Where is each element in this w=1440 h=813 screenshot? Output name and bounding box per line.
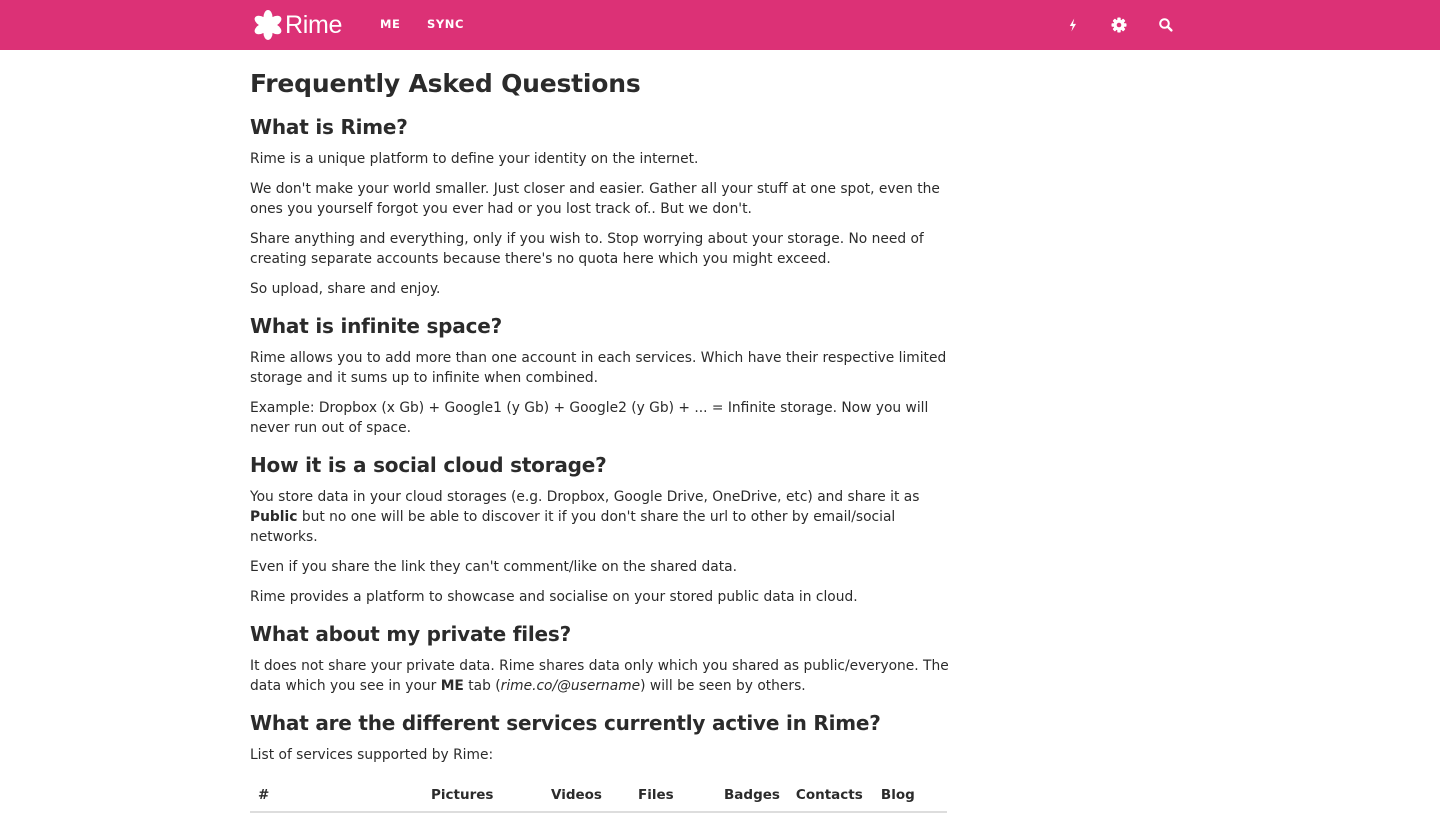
faq-question: What is infinite space? <box>250 314 503 338</box>
asterisk-logo-icon <box>254 10 282 40</box>
faq-answer: Rime allows you to add more than one acc… <box>250 350 947 386</box>
services-table: # Pictures Videos Files Badges Contacts … <box>250 781 947 813</box>
nav-sync-link[interactable]: SYNC <box>427 17 464 31</box>
page-title: Frequently Asked Questions <box>250 69 641 98</box>
rime-logo[interactable]: Rime <box>252 9 342 41</box>
column-header: Contacts <box>787 781 873 813</box>
profile-url-example: rime.co/@username <box>500 678 641 694</box>
faq-answer: Example: Dropbox (x Gb) + Google1 (y Gb)… <box>250 400 929 436</box>
faq-answer: So upload, share and enjoy. <box>250 281 441 297</box>
column-header: Files <box>630 781 716 813</box>
faq-section-social-cloud: How it is a social cloud storage? You st… <box>250 452 950 607</box>
gear-icon[interactable] <box>1110 16 1128 34</box>
answer-text: tab ( <box>463 678 501 694</box>
faq-answer: You store data in your cloud storages (e… <box>250 487 950 547</box>
faq-section-private-files: What about my private files? It does not… <box>250 621 950 696</box>
logo-text: Rime <box>285 10 343 39</box>
faq-question: How it is a social cloud storage? <box>250 453 607 477</box>
answer-text: You store data in your cloud storages (e… <box>250 489 920 505</box>
faq-section-services: What are the different services currentl… <box>250 710 950 813</box>
column-header: Badges <box>716 781 788 813</box>
column-header: Blog <box>872 781 947 813</box>
faq-section-what-is-rime: What is Rime? Rime is a unique platform … <box>250 114 950 299</box>
bolt-icon[interactable] <box>1064 16 1082 34</box>
faq-question: What about my private files? <box>250 622 572 646</box>
faq-content: Frequently Asked Questions What is Rime?… <box>250 68 950 813</box>
faq-question: What are the different services currentl… <box>250 711 881 735</box>
faq-answer: Rime provides a platform to showcase and… <box>250 589 858 605</box>
faq-answer: We don't make your world smaller. Just c… <box>250 181 940 217</box>
column-header: Videos <box>543 781 630 813</box>
faq-answer: List of services supported by Rime: <box>250 747 494 763</box>
faq-answer: Rime is a unique platform to define your… <box>250 151 699 167</box>
answer-text: ) will be seen by others. <box>640 678 806 694</box>
faq-section-infinite-space: What is infinite space? Rime allows you … <box>250 313 950 438</box>
answer-text: but no one will be able to discover it i… <box>250 509 896 545</box>
column-header: # <box>250 781 423 813</box>
faq-question: What is Rime? <box>250 115 408 139</box>
faq-answer: Even if you share the link they can't co… <box>250 559 738 575</box>
faq-answer: It does not share your private data. Rim… <box>250 656 950 696</box>
search-icon[interactable] <box>1157 16 1175 34</box>
public-keyword: Public <box>250 509 298 525</box>
faq-answer: Share anything and everything, only if y… <box>250 231 924 267</box>
me-keyword: ME <box>440 678 464 694</box>
column-header: Pictures <box>423 781 543 813</box>
table-header-row: # Pictures Videos Files Badges Contacts … <box>250 781 947 813</box>
top-navigation-bar: Rime ME SYNC <box>0 0 1440 50</box>
nav-me-link[interactable]: ME <box>380 17 401 31</box>
